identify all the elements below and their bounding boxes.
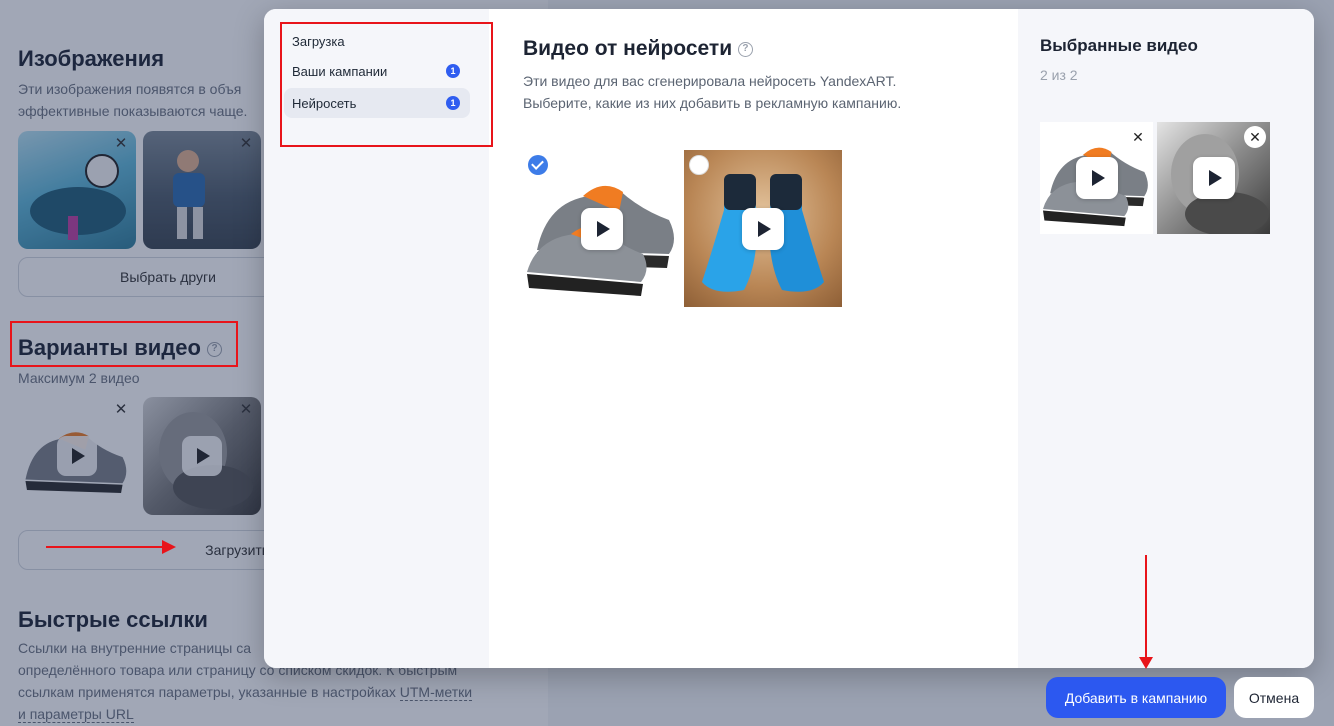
selected-video-portrait[interactable]: ✕ <box>1157 122 1270 234</box>
selected-videos-title: Выбранные видео <box>1040 36 1198 55</box>
main-description-line-1: Эти видео для вас сгенерировала нейросет… <box>523 73 897 89</box>
close-icon[interactable]: ✕ <box>1127 126 1149 148</box>
main-description: Эти видео для вас сгенерировала нейросет… <box>523 70 983 114</box>
add-to-campaign-button[interactable]: Добавить в кампанию <box>1046 677 1226 718</box>
count-badge: 1 <box>446 64 460 78</box>
sidebar-item-label: Нейросеть <box>292 95 357 111</box>
play-icon[interactable] <box>1192 157 1235 199</box>
sidebar-item-label: Загрузка <box>292 33 345 49</box>
modal-main: Видео от нейросети ? Эти видео для вас с… <box>489 9 1018 668</box>
main-title-text: Видео от нейросети <box>523 37 733 60</box>
sidebar-item-label: Ваши кампании <box>292 63 388 79</box>
unchecked-radio-icon[interactable] <box>689 155 709 175</box>
selected-videos-count: 2 из 2 <box>1040 67 1078 83</box>
modal-sidebar: Загрузка Ваши кампании 1 Нейросеть 1 <box>264 9 489 668</box>
selected-videos-panel: Выбранные видео 2 из 2 ✕ ✕ <box>1018 9 1314 668</box>
selected-video-shoes[interactable]: ✕ <box>1040 122 1153 234</box>
play-icon[interactable] <box>742 207 784 250</box>
count-badge: 1 <box>446 96 460 110</box>
close-icon[interactable]: ✕ <box>1244 126 1266 148</box>
main-title: Видео от нейросети ? <box>523 37 753 61</box>
sidebar-item-upload[interactable]: Загрузка <box>284 26 470 56</box>
arrow-right-icon <box>162 540 176 554</box>
arrow-down-icon <box>1139 657 1153 669</box>
help-icon[interactable]: ? <box>737 41 753 57</box>
sidebar-item-campaigns[interactable]: Ваши кампании 1 <box>284 56 470 86</box>
video-card-shoes[interactable] <box>523 150 681 307</box>
video-card-fins[interactable] <box>684 150 842 307</box>
play-icon[interactable] <box>581 207 623 250</box>
main-description-line-2: Выберите, какие из них добавить в реклам… <box>523 95 902 111</box>
cancel-button[interactable]: Отмена <box>1234 677 1314 718</box>
video-picker-modal: Загрузка Ваши кампании 1 Нейросеть 1 Вид… <box>264 9 1314 668</box>
play-icon[interactable] <box>1075 157 1118 199</box>
checked-checkbox-icon[interactable] <box>528 155 548 175</box>
sidebar-item-neural[interactable]: Нейросеть 1 <box>284 88 470 118</box>
